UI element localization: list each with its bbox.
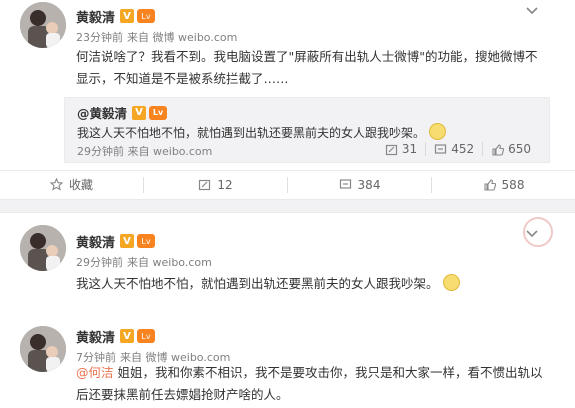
comment-button[interactable]: 384 xyxy=(287,176,431,193)
comment-count: 384 xyxy=(357,177,381,192)
repost-icon xyxy=(385,144,398,155)
thumbs-up-icon xyxy=(492,143,505,156)
favorite-button[interactable]: 收藏 xyxy=(0,177,143,193)
verified-badge: V xyxy=(120,329,135,343)
post-time[interactable]: 23分钟前 xyxy=(76,31,123,44)
post-2: 黄毅清 V Lv 29分钟前 来自 weibo.com 我这人天不怕地不怕，就怕遇… xyxy=(0,213,575,318)
repost-count: 12 xyxy=(217,177,233,192)
username[interactable]: 黄毅清 xyxy=(76,327,115,346)
post-time[interactable]: 29分钟前 xyxy=(76,256,123,269)
smiley-emoji-icon xyxy=(429,123,447,140)
quoted-meta: 29分钟前 来自 weibo.com xyxy=(77,143,212,159)
repost-button[interactable]: 12 xyxy=(143,176,287,193)
post-text-content: 姐姐，我和你素不相识，我不是要攻击你，我只是和大家一样，看不惯出轨以后还要抹黑前… xyxy=(76,365,543,402)
post-meta: 23分钟前 来自 微博 weibo.com xyxy=(76,29,237,45)
mention-link[interactable]: @何洁 xyxy=(76,365,114,380)
quoted-text-content: 我这人天不怕地不怕，就怕遇到出轨还要黑前夫的女人跟我吵架。 xyxy=(77,126,426,140)
post-1: 黄毅清 V Lv 23分钟前 来自 微博 weibo.com 何洁说啥了？我看不到… xyxy=(0,0,575,199)
quoted-username[interactable]: @黄毅清 xyxy=(77,103,127,122)
thumbs-up-icon xyxy=(483,179,496,191)
comment-icon xyxy=(339,179,351,189)
username[interactable]: 黄毅清 xyxy=(76,7,115,26)
post-header: 黄毅清 V Lv xyxy=(76,326,156,346)
post-header: 黄毅清 V Lv xyxy=(76,231,156,251)
quoted-time[interactable]: 29分钟前 xyxy=(77,145,124,158)
post-header: 黄毅清 V Lv xyxy=(76,6,156,26)
quoted-comment-count: 452 xyxy=(451,142,475,156)
weibo-feed: 黄毅清 V Lv 23分钟前 来自 微博 weibo.com 何洁说啥了？我看不到… xyxy=(0,0,575,408)
like-count: 588 xyxy=(501,177,525,192)
post-text-content: 我这人天不怕地不怕，就怕遇到出轨还要黑前夫的女人跟我吵架。 xyxy=(76,276,439,291)
post-text: 我这人天不怕地不怕，就怕遇到出轨还要黑前夫的女人跟我吵架。 xyxy=(76,273,546,295)
avatar[interactable] xyxy=(20,2,66,48)
avatar[interactable] xyxy=(20,225,66,271)
verified-badge: V xyxy=(132,105,147,120)
post-actions: 收藏 12 384 588 xyxy=(0,170,575,198)
avatar[interactable] xyxy=(20,326,66,372)
like-button[interactable]: 588 xyxy=(431,176,575,193)
quoted-like-count: 650 xyxy=(508,142,531,156)
post-source: 来自 weibo.com xyxy=(127,256,212,269)
quoted-like-button[interactable]: 650 xyxy=(482,142,539,156)
quoted-repost-button[interactable]: 31 xyxy=(377,142,425,156)
post-text: 何洁说啥了？我看不到。我电脑设置了"屏蔽所有出轨人士微博"的功能，搜她微博不显示… xyxy=(76,49,538,86)
favorite-label: 收藏 xyxy=(68,178,93,192)
star-icon xyxy=(49,178,63,191)
post-source: 来自 微博 weibo.com xyxy=(127,31,238,44)
level-badge: Lv xyxy=(137,234,156,248)
quoted-actions: 31 452 650 xyxy=(377,142,539,156)
level-badge: Lv xyxy=(149,105,168,120)
smiley-emoji-icon xyxy=(442,274,460,291)
quoted-source: 来自 weibo.com xyxy=(127,145,213,158)
repost-icon xyxy=(199,179,211,191)
quoted-text: 我这人天不怕地不怕，就怕遇到出轨还要黑前夫的女人跟我吵架。 xyxy=(77,123,447,141)
comment-icon xyxy=(435,143,447,154)
level-badge: Lv xyxy=(137,9,156,23)
quoted-repost-count: 31 xyxy=(401,142,418,156)
verified-badge: V xyxy=(120,9,135,23)
chevron-down-icon[interactable] xyxy=(525,6,539,16)
post-separator xyxy=(0,199,575,213)
post-3: 黄毅清 V Lv 7分钟前 来自 微博 weibo.com @何洁 姐姐，我和你素… xyxy=(0,320,575,408)
post-text: @何洁 姐姐，我和你素不相识，我不是要攻击你，我只是和大家一样，看不惯出轨以后还… xyxy=(76,362,546,406)
chevron-down-icon[interactable] xyxy=(525,229,539,239)
username[interactable]: 黄毅清 xyxy=(76,232,115,251)
quoted-header: @黄毅清 V Lv xyxy=(77,103,168,122)
quoted-post[interactable]: @黄毅清 V Lv 我这人天不怕地不怕，就怕遇到出轨还要黑前夫的女人跟我吵架。 … xyxy=(64,97,550,163)
post-meta: 29分钟前 来自 weibo.com xyxy=(76,254,212,270)
quoted-comment-button[interactable]: 452 xyxy=(425,142,482,156)
level-badge: Lv xyxy=(137,329,156,343)
verified-badge: V xyxy=(120,234,135,248)
